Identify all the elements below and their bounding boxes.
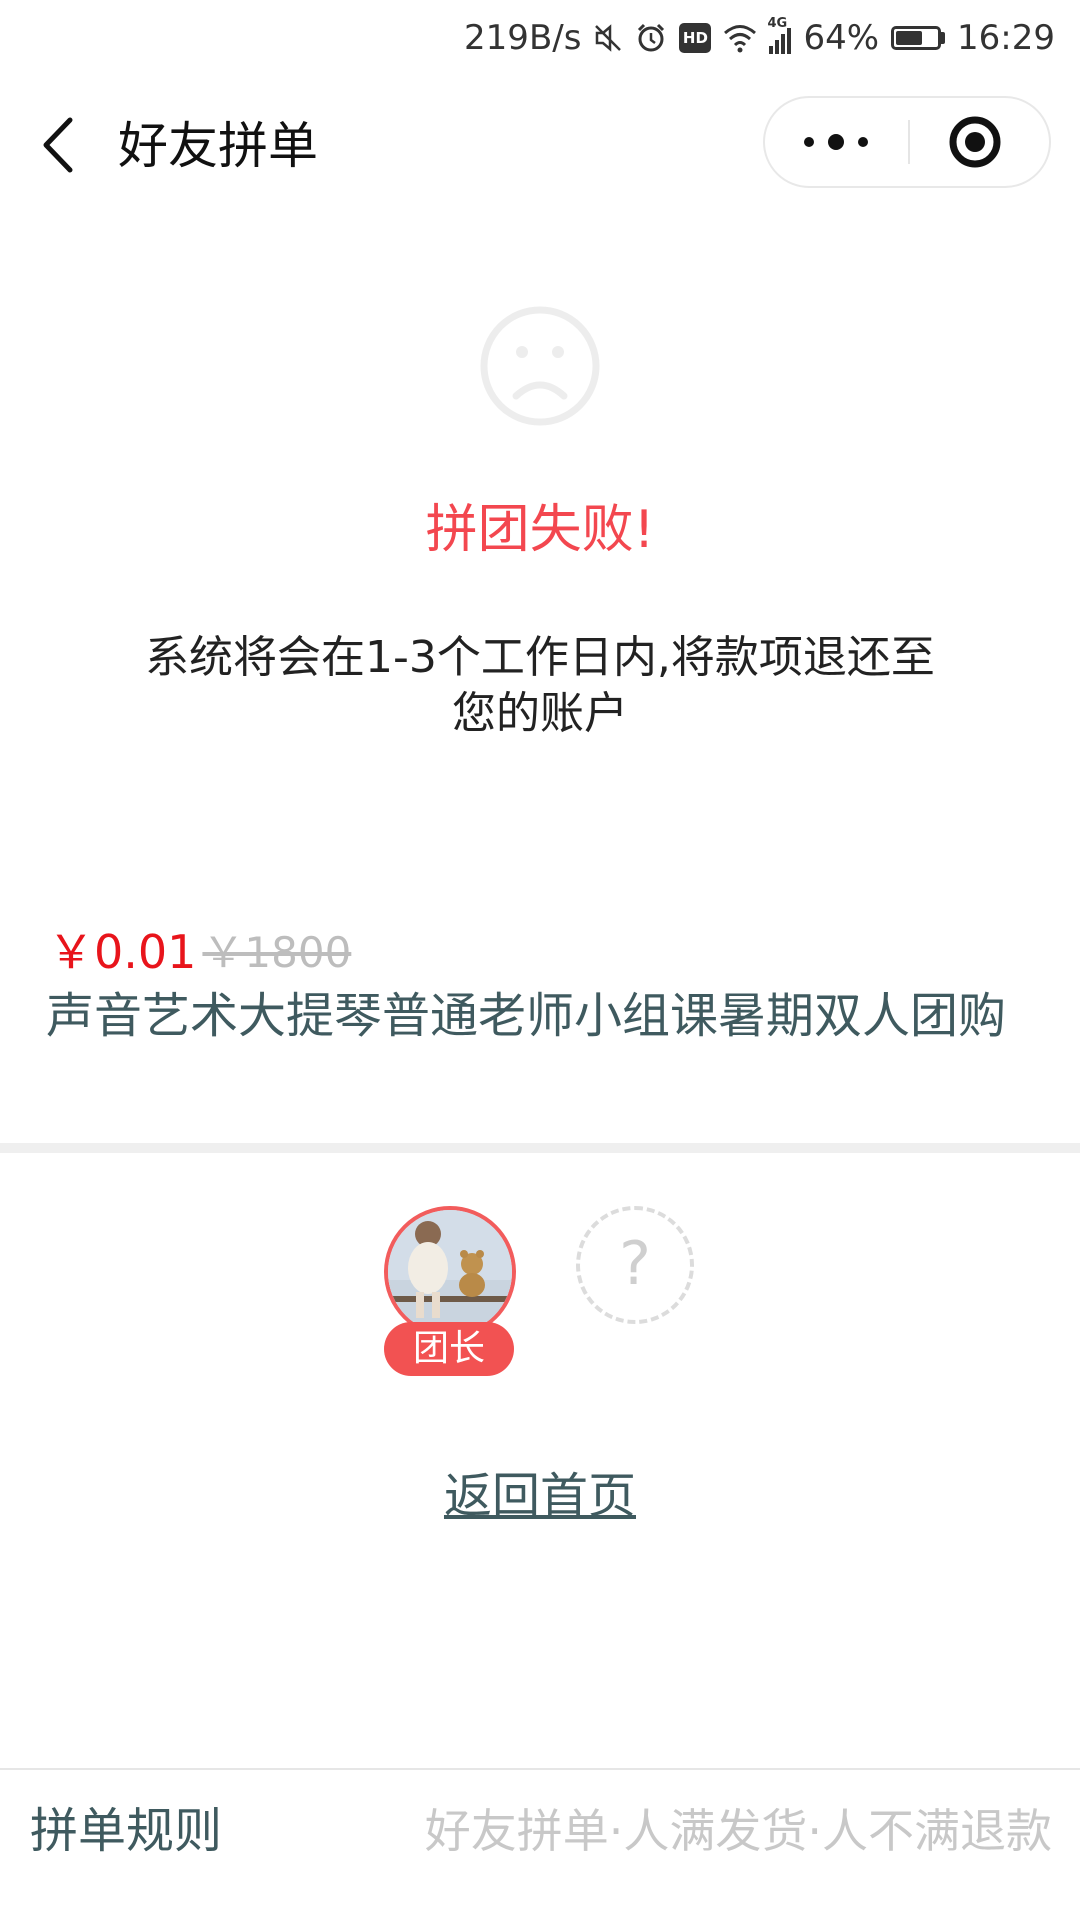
status-bar: 219B/s HD 4G 64% 16:29	[0, 0, 1080, 74]
alarm-icon	[638, 23, 665, 52]
group-rules-link[interactable]: 拼单规则	[30, 1800, 222, 1862]
battery-icon	[891, 26, 946, 50]
rules-summary: 好友拼单·人满发货·人不满退款	[424, 1804, 1052, 1858]
sad-face-icon	[480, 306, 600, 426]
hd-icon: HD	[679, 23, 712, 53]
battery-percent: 64%	[803, 18, 880, 58]
status-icons: 219B/s HD 4G 64% 16:29	[464, 16, 1055, 60]
empty-member-slot[interactable]: ?	[576, 1206, 694, 1324]
wifi-icon	[724, 25, 757, 53]
back-arrow-icon[interactable]	[36, 112, 86, 178]
more-options-icon[interactable]	[765, 98, 908, 186]
avatar[interactable]	[384, 1206, 516, 1338]
leader-badge: 团长	[384, 1322, 514, 1376]
refund-notice: 系统将会在1-3个工作日内,将款项退还至您的账户	[145, 632, 935, 739]
net-speed: 219B/s	[464, 18, 582, 58]
price-row: ￥0.01 ￥1800	[48, 918, 351, 982]
leader-avatar-image	[388, 1210, 512, 1334]
page-title: 好友拼单	[118, 117, 318, 175]
fail-title: 拼团失败!	[425, 500, 655, 560]
network-type: 4G	[767, 16, 788, 31]
bottom-divider	[0, 1768, 1080, 1770]
mini-program-capsule	[763, 96, 1051, 188]
back-to-home-link[interactable]: 返回首页	[444, 1468, 636, 1524]
section-divider	[0, 1143, 1080, 1153]
original-price: ￥1800	[202, 928, 352, 977]
mute-icon	[595, 24, 622, 52]
clock: 16:29	[957, 18, 1055, 58]
nav-bar: 好友拼单	[0, 74, 1080, 216]
product-name: 声音艺术大提琴普通老师小组课暑期双人团购	[46, 988, 1007, 1044]
group-price: ￥0.01	[48, 925, 197, 979]
close-mini-program-icon[interactable]	[910, 98, 1049, 186]
battery-fill	[896, 31, 923, 45]
signal-icon: 4G	[767, 16, 792, 54]
home-link-row: 返回首页	[0, 1464, 1080, 1528]
